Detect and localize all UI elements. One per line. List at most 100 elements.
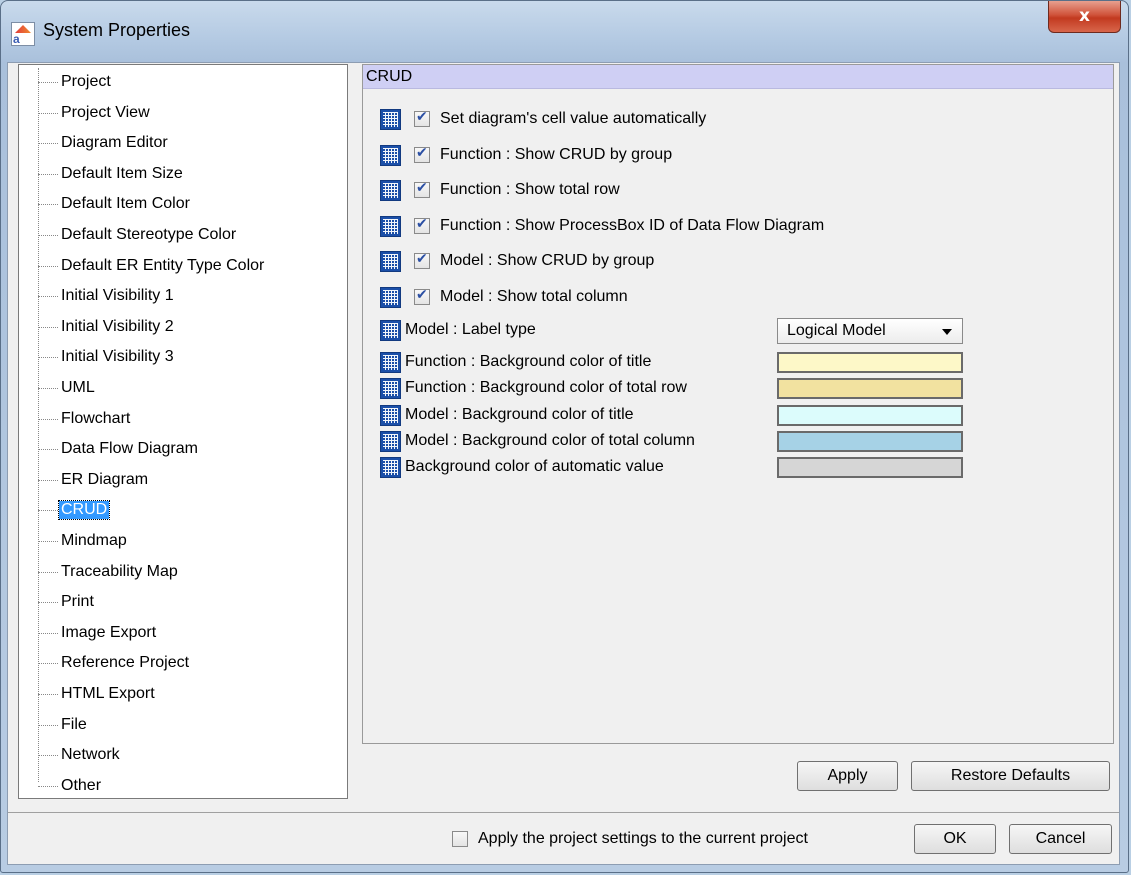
tree-branch-line bbox=[38, 785, 58, 787]
grid-icon bbox=[380, 251, 401, 272]
tree-item-label: Default Stereotype Color bbox=[61, 226, 237, 243]
tree-branch-line bbox=[38, 357, 58, 359]
tree-branch-line bbox=[38, 541, 58, 542]
app-icon: a bbox=[11, 22, 35, 46]
grid-icon bbox=[380, 378, 401, 400]
cancel-button[interactable]: Cancel bbox=[1009, 824, 1112, 854]
crud-settings-panel: CRUD bbox=[362, 64, 1114, 744]
tree-branch-line bbox=[38, 755, 58, 757]
tree-item-label: Default ER Entity Type Color bbox=[61, 256, 265, 274]
grid-icon bbox=[380, 286, 401, 308]
tree-item-label: Initial Visibility 2 bbox=[61, 317, 174, 335]
title-bar[interactable]: a System Properties x bbox=[1, 1, 1128, 63]
color-swatch-button[interactable] bbox=[777, 378, 963, 400]
grid-icon bbox=[380, 430, 401, 452]
tree-branch-line bbox=[38, 663, 58, 665]
grid-icon bbox=[380, 180, 401, 201]
tree-connector-line bbox=[38, 68, 39, 782]
option-checkbox[interactable] bbox=[414, 287, 430, 305]
option-checkbox[interactable] bbox=[414, 251, 430, 269]
tree-item-label: CRUD bbox=[57, 500, 111, 521]
tree-branch-line bbox=[38, 449, 58, 451]
option-checkbox[interactable] bbox=[414, 216, 430, 234]
color-option-label: Function : Background color of title bbox=[405, 353, 652, 370]
tree-item-label: Diagram Editor bbox=[61, 134, 168, 152]
tree-item-label: Initial Visibility 1 bbox=[61, 287, 174, 305]
tree-branch-line bbox=[38, 388, 58, 389]
tree-branch-line bbox=[38, 632, 58, 634]
tree-branch-line bbox=[38, 235, 58, 236]
tree-item-label: Default Item Color bbox=[61, 195, 190, 213]
tree-item-label: Reference Project bbox=[61, 654, 190, 672]
option-label: Function : Show ProcessBox ID of Data Fl… bbox=[440, 216, 825, 234]
tree-branch-line bbox=[38, 82, 58, 83]
apply-project-checkbox[interactable] bbox=[452, 831, 468, 847]
color-swatch-button[interactable] bbox=[777, 404, 963, 426]
option-checkbox[interactable] bbox=[414, 145, 430, 163]
tree-branch-line bbox=[38, 204, 58, 206]
tree-item-label: Mindmap bbox=[61, 532, 127, 549]
color-option-label: Model : Background color of title bbox=[405, 405, 634, 423]
option-checkbox[interactable] bbox=[414, 109, 430, 127]
color-option-label: Background color of automatic value bbox=[405, 458, 664, 476]
grid-icon bbox=[380, 109, 401, 130]
option-label: Set diagram's cell value automatically bbox=[440, 110, 707, 127]
tree-branch-line bbox=[38, 265, 58, 267]
apply-button[interactable]: Apply bbox=[797, 761, 898, 791]
option-label: Model : Show total column bbox=[440, 287, 628, 305]
tree-item-label: HTML Export bbox=[61, 685, 155, 702]
restore-defaults-button[interactable]: Restore Defaults bbox=[911, 761, 1110, 791]
footer-divider bbox=[8, 812, 1119, 813]
grid-icon bbox=[380, 352, 401, 373]
tree-item-label: UML bbox=[61, 379, 95, 396]
tree-branch-line bbox=[38, 326, 58, 328]
tree-item-label: Initial Visibility 3 bbox=[61, 348, 174, 366]
tree-item-label: Other bbox=[61, 776, 102, 794]
label-type-value: Logical Model bbox=[787, 322, 886, 339]
tree-item-label: Network bbox=[61, 746, 120, 764]
apply-project-label: Apply the project settings to the curren… bbox=[478, 830, 808, 847]
grid-icon bbox=[380, 404, 401, 426]
label-type-label: Model : Label type bbox=[405, 321, 536, 338]
tree-item-label: Image Export bbox=[61, 623, 157, 641]
grid-icon bbox=[380, 215, 401, 237]
color-swatch-button[interactable] bbox=[777, 352, 963, 373]
tree-item-label: Project View bbox=[61, 103, 150, 121]
panel-header: CRUD bbox=[363, 65, 1113, 89]
tree-branch-line bbox=[38, 418, 58, 420]
tree-branch-line bbox=[38, 694, 58, 695]
close-button[interactable]: x bbox=[1048, 1, 1121, 33]
grid-icon bbox=[380, 144, 401, 166]
tree-item-label: Flowchart bbox=[61, 409, 131, 427]
option-checkbox[interactable] bbox=[414, 180, 430, 198]
tree-branch-line bbox=[38, 571, 58, 573]
settings-tree[interactable]: Project Project View Diagram Editor Default… bbox=[18, 64, 348, 799]
label-type-select[interactable]: Logical Model bbox=[777, 318, 963, 344]
color-swatch-button[interactable] bbox=[777, 457, 963, 479]
tree-branch-line bbox=[38, 479, 58, 481]
color-option-label: Function : Background color of total row bbox=[405, 379, 687, 397]
option-label: Model : Show CRUD by group bbox=[440, 252, 655, 269]
ok-button[interactable]: OK bbox=[914, 824, 996, 854]
tree-branch-line bbox=[38, 296, 58, 298]
tree-item-label: File bbox=[61, 715, 87, 733]
tree-branch-line bbox=[38, 143, 58, 145]
grid-icon bbox=[380, 457, 401, 479]
color-swatch-button[interactable] bbox=[777, 430, 963, 452]
tree-item-label: Traceability Map bbox=[61, 562, 178, 580]
tree-item-label: ER Diagram bbox=[61, 470, 149, 488]
tree-branch-line bbox=[38, 510, 58, 512]
chevron-down-icon bbox=[942, 329, 952, 335]
app-icon-letter: a bbox=[13, 32, 20, 46]
color-option-label: Model : Background color of total column bbox=[405, 431, 695, 449]
tree-branch-line bbox=[38, 602, 58, 604]
tree-item-label: Project bbox=[61, 73, 111, 90]
option-label: Function : Show total row bbox=[440, 181, 620, 198]
tree-branch-line bbox=[38, 112, 58, 114]
grid-icon bbox=[380, 320, 401, 341]
window-title: System Properties bbox=[43, 20, 191, 40]
tree-item-label: Print bbox=[61, 593, 94, 611]
tree-item-label: Default Item Size bbox=[61, 164, 183, 182]
tree-branch-line bbox=[38, 173, 58, 175]
tree-branch-line bbox=[38, 724, 58, 726]
